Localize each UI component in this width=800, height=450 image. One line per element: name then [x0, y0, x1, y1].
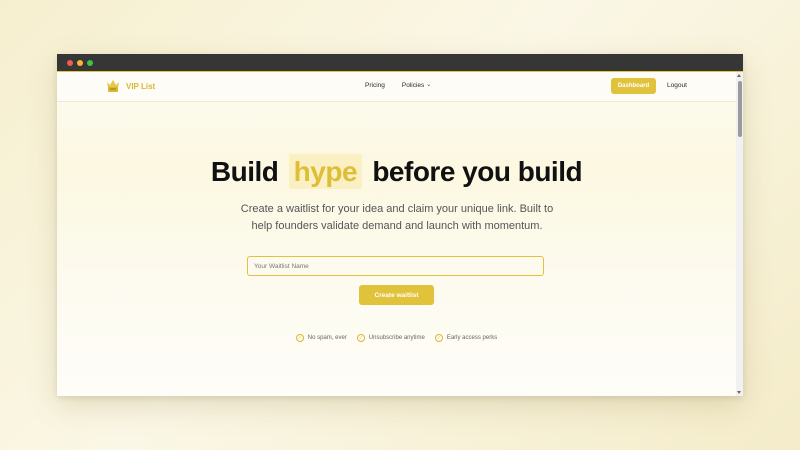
- feature-label: No spam, ever: [307, 335, 347, 341]
- scrollbar-thumb[interactable]: [737, 81, 742, 137]
- brand-name: VIP List: [126, 81, 156, 91]
- nav-link-policies-label: Policies: [401, 82, 425, 89]
- check-circle-icon: ✓: [356, 334, 365, 342]
- crown-logo-icon: [107, 80, 119, 92]
- nav-link-pricing[interactable]: Pricing: [365, 82, 385, 89]
- check-circle-icon: ✓: [295, 334, 304, 342]
- scroll-up-arrow-icon[interactable]: [737, 74, 741, 77]
- maximize-window-button[interactable]: [87, 60, 93, 66]
- dashboard-button[interactable]: Dashboard: [611, 78, 656, 94]
- hero-title-before: Build: [210, 156, 279, 187]
- page-content: VIP List Pricing Policies ⌄ Dashboard Log…: [57, 72, 736, 396]
- feature-label: Early access perks: [446, 335, 498, 341]
- logout-link[interactable]: Logout: [667, 82, 687, 89]
- nav-links: Pricing Policies ⌄: [365, 82, 431, 89]
- feature-item: ✓ No spam, ever: [295, 334, 347, 342]
- page-scrollbar[interactable]: [736, 72, 743, 396]
- hero-title-after: before you build: [372, 156, 583, 187]
- chevron-down-icon: ⌄: [426, 82, 432, 88]
- check-circle-icon: ✓: [434, 334, 443, 342]
- navbar: VIP List Pricing Policies ⌄ Dashboard Log…: [57, 72, 736, 102]
- feature-label: Unsubscribe anytime: [368, 335, 425, 341]
- window-titlebar: [57, 54, 743, 71]
- scroll-down-arrow-icon[interactable]: [737, 391, 741, 394]
- brand-link[interactable]: VIP List: [106, 79, 155, 93]
- hero-title: Build hype before you build: [57, 154, 736, 189]
- feature-item: ✓ Early access perks: [434, 334, 498, 342]
- browser-window: VIP List Pricing Policies ⌄ Dashboard Log…: [57, 54, 743, 396]
- feature-list: ✓ No spam, ever ✓ Unsubscribe anytime ✓ …: [57, 334, 736, 342]
- waitlist-name-input[interactable]: [247, 256, 544, 276]
- minimize-window-button[interactable]: [77, 60, 83, 66]
- hero-subtitle: Create a waitlist for your idea and clai…: [240, 203, 554, 232]
- nav-link-policies[interactable]: Policies ⌄: [402, 82, 431, 89]
- feature-item: ✓ Unsubscribe anytime: [356, 334, 425, 342]
- close-window-button[interactable]: [67, 60, 73, 66]
- create-waitlist-button[interactable]: Create waitlist: [359, 285, 434, 305]
- hero-title-highlight: hype: [288, 154, 363, 189]
